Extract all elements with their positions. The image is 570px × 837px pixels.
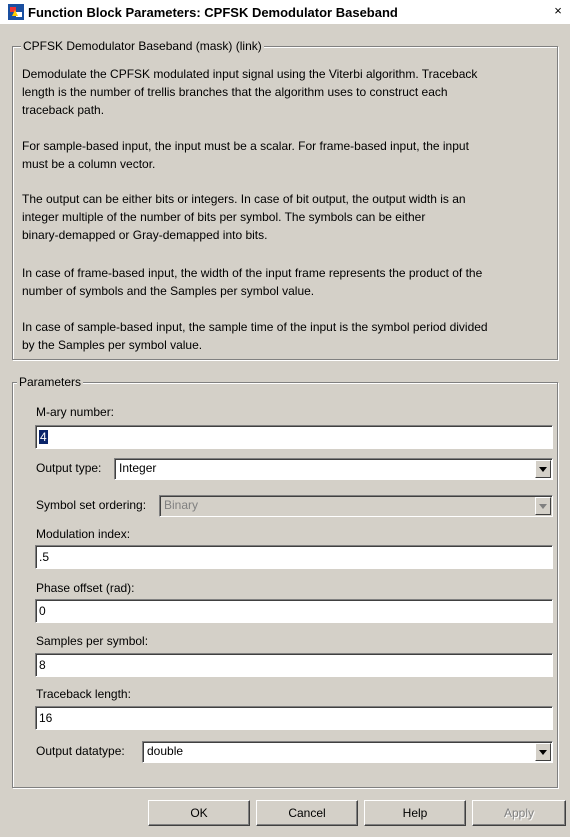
samples-per-symbol-label: Samples per symbol: [36, 634, 149, 648]
title-bar: Function Block Parameters: CPFSK Demodul… [0, 0, 570, 24]
desc-line: The output can be either bits or integer… [22, 192, 466, 206]
output-type-label: Output type: [36, 461, 102, 475]
window-title: Function Block Parameters: CPFSK Demodul… [28, 4, 398, 20]
help-button[interactable]: Help [364, 800, 466, 826]
ok-button[interactable]: OK [148, 800, 250, 826]
desc-line: Demodulate the CPFSK modulated input sig… [22, 67, 478, 81]
modulation-index-label: Modulation index: [36, 527, 131, 541]
dropdown-arrow-icon[interactable] [535, 460, 551, 478]
dropdown-arrow-icon[interactable] [535, 743, 551, 761]
close-icon[interactable]: × [550, 3, 566, 19]
apply-button: Apply [472, 800, 566, 826]
desc-line: number of symbols and the Samples per sy… [22, 284, 315, 298]
desc-line: integer multiple of the number of bits p… [22, 210, 426, 224]
phase-offset-label: Phase offset (rad): [36, 581, 135, 595]
desc-line: traceback path. [22, 103, 105, 117]
symbol-ordering-label: Symbol set ordering: [36, 498, 147, 512]
samples-per-symbol-value: 8 [39, 658, 46, 672]
output-type-select[interactable]: Integer [114, 458, 553, 480]
output-datatype-value: double [147, 744, 184, 758]
description-legend: CPFSK Demodulator Baseband (mask) (link) [21, 39, 264, 53]
output-datatype-label: Output datatype: [36, 744, 125, 758]
desc-line: In case of sample-based input, the sampl… [22, 320, 488, 334]
cancel-button[interactable]: Cancel [256, 800, 358, 826]
mary-number-value: 4 [39, 430, 48, 444]
description-text: For sample-based input, the input must b… [22, 137, 552, 173]
modulation-index-value: .5 [39, 550, 50, 564]
phase-offset-value: 0 [39, 604, 46, 618]
phase-offset-input[interactable]: 0 [35, 599, 553, 623]
output-type-value: Integer [119, 461, 157, 475]
description-text: In case of frame-based input, the width … [22, 264, 552, 300]
desc-line: binary-demapped or Gray-demapped into bi… [22, 228, 268, 242]
mary-number-input[interactable]: 4 [35, 425, 553, 449]
traceback-length-input[interactable]: 16 [35, 706, 553, 730]
output-datatype-select[interactable]: double [142, 741, 553, 763]
desc-line: must be a column vector. [22, 157, 156, 171]
parameters-legend: Parameters [17, 375, 84, 389]
symbol-ordering-value: Binary [164, 498, 199, 512]
mary-number-label: M-ary number: [36, 405, 115, 419]
description-text: Demodulate the CPFSK modulated input sig… [22, 65, 552, 119]
desc-line: In case of frame-based input, the width … [22, 266, 483, 280]
modulation-index-input[interactable]: .5 [35, 545, 553, 569]
simulink-block-icon [8, 4, 24, 20]
traceback-length-label: Traceback length: [36, 687, 131, 701]
traceback-length-value: 16 [39, 711, 53, 725]
samples-per-symbol-input[interactable]: 8 [35, 653, 553, 677]
symbol-ordering-select: Binary [159, 495, 553, 517]
dropdown-arrow-icon [535, 497, 551, 515]
desc-line: by the Samples per symbol value. [22, 338, 203, 352]
description-text: The output can be either bits or integer… [22, 190, 552, 244]
description-text: In case of sample-based input, the sampl… [22, 318, 552, 354]
desc-line: length is the number of trellis branches… [22, 85, 448, 99]
desc-line: For sample-based input, the input must b… [22, 139, 469, 153]
